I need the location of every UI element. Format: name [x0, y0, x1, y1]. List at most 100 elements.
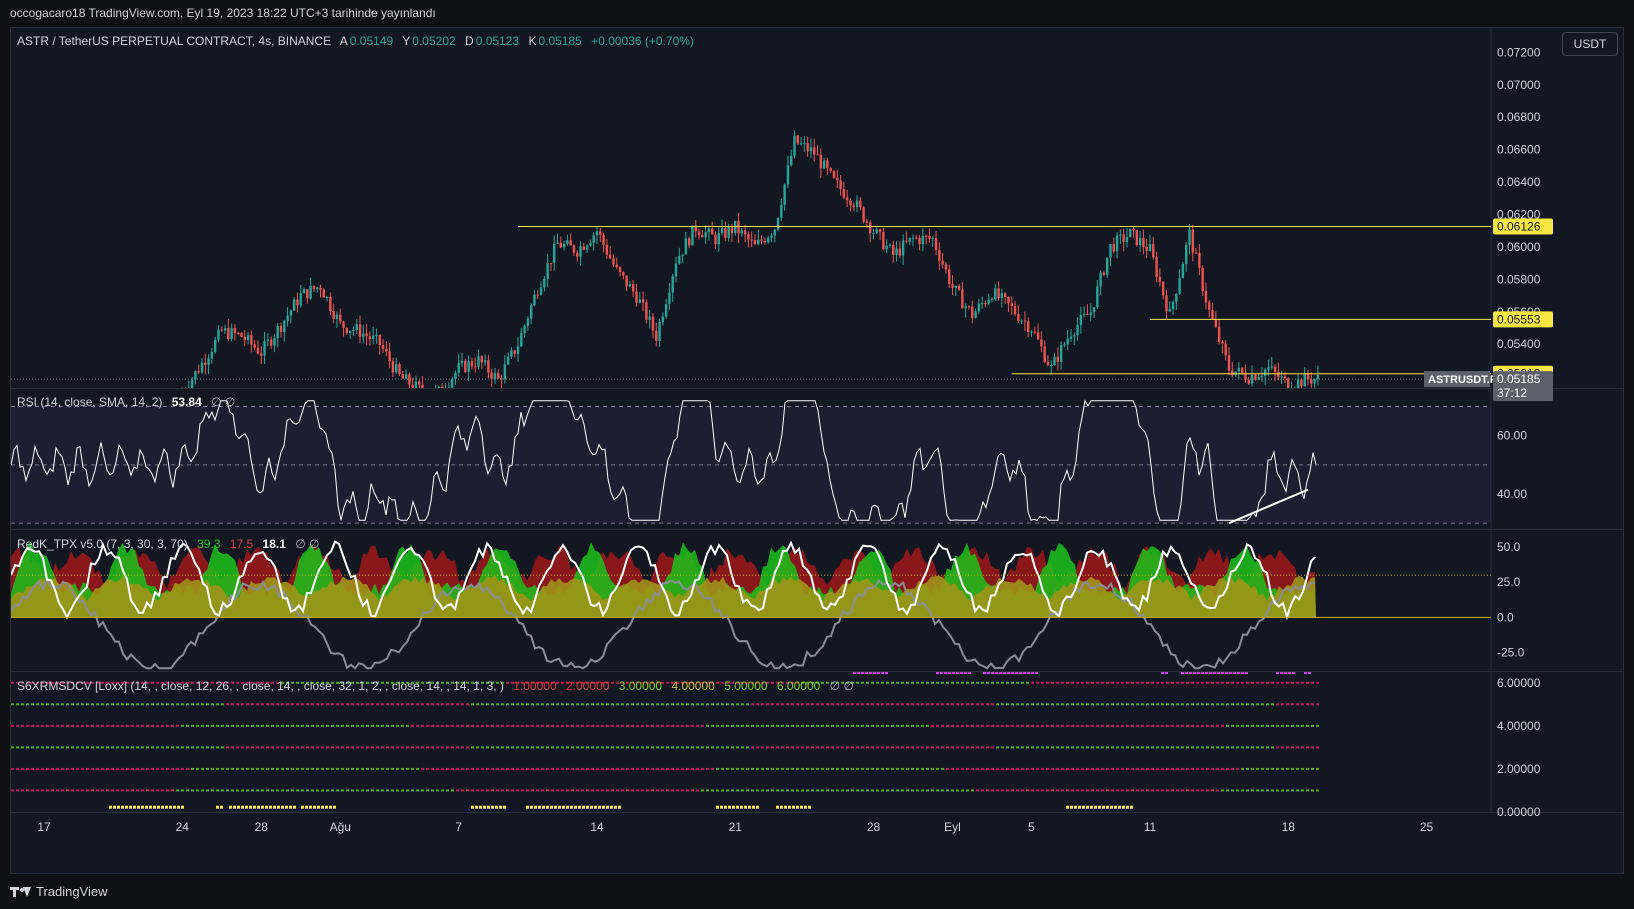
candle-85: [460, 360, 464, 363]
candle-301: [1171, 302, 1175, 310]
candle-105: [526, 318, 530, 326]
candle-103: [520, 333, 523, 347]
candle-260: [1036, 332, 1040, 340]
candle-175: [757, 239, 760, 245]
candle-208: [865, 221, 869, 223]
loxx-tick-label-0: 6.00000: [1497, 676, 1541, 690]
candle-200: [839, 180, 842, 189]
candle-326: [1254, 374, 1257, 380]
rsi-legend[interactable]: RSI (14, close, SMA, 14, 2) 53.84 ∅ ∅: [17, 395, 241, 409]
candle-137: [632, 284, 635, 292]
candle-104: [523, 325, 526, 334]
candle-61: [381, 345, 385, 349]
x-tick-label-12: 25: [1420, 820, 1434, 834]
candle-199: [836, 177, 839, 181]
candle-184: [786, 165, 790, 185]
tpx-legend-value-3: 18.1: [262, 537, 286, 551]
footer-brand: TradingView: [36, 884, 108, 899]
candle-19: [243, 336, 246, 341]
candle-40: [312, 285, 316, 290]
candle-283: [1112, 244, 1115, 252]
candle-45: [329, 297, 332, 312]
candle-44: [325, 297, 329, 299]
candle-17: [237, 332, 240, 334]
candle-240: [971, 306, 974, 319]
level-tag-label-1: 0.05553: [1497, 312, 1541, 326]
candle-212: [878, 229, 882, 232]
candle-205: [855, 200, 859, 208]
chart-canvas[interactable]: 0.072000.070000.068000.066000.064000.062…: [11, 28, 1623, 873]
price-tick-label-1: 0.07000: [1497, 78, 1541, 92]
candle-188: [799, 143, 803, 145]
candle-279: [1099, 272, 1102, 287]
candle-57: [368, 336, 372, 339]
candle-115: [559, 242, 562, 248]
candle-241: [974, 311, 977, 319]
candle-216: [892, 244, 895, 255]
candle-75: [428, 395, 430, 397]
candle-87: [467, 361, 470, 372]
candle-14: [227, 328, 230, 339]
candle-344: [1313, 379, 1316, 384]
price-tick-label-4: 0.06400: [1497, 175, 1541, 189]
candle-6: [200, 362, 204, 373]
candle-130: [608, 254, 612, 259]
candle-102: [516, 346, 520, 354]
candle-206: [859, 200, 862, 208]
candle-116: [562, 243, 566, 248]
candle-268: [1063, 344, 1066, 346]
loxx-top-markers: [853, 672, 1311, 675]
candle-59: [375, 334, 378, 336]
candle-215: [888, 244, 892, 246]
candle-204: [852, 205, 855, 208]
candle-336: [1287, 378, 1290, 388]
candle-177: [763, 240, 767, 243]
candle-77: [435, 389, 437, 394]
candle-281: [1106, 257, 1109, 275]
candle-121: [579, 246, 582, 257]
candle-233: [948, 269, 951, 285]
candle-7: [204, 362, 207, 365]
candle-52: [352, 329, 355, 331]
tpx-legend[interactable]: RedK_TPX v5.0 (7, 3, 30, 3, 70) 39.3 17.…: [17, 537, 325, 551]
candle-277: [1092, 307, 1096, 313]
candle-133: [618, 267, 622, 272]
candle-163: [717, 233, 720, 245]
candle-96: [497, 373, 500, 379]
loxx-legend[interactable]: S6XRMSDCV [Loxx] (14, , close, 12, 26, ,…: [17, 679, 860, 693]
candle-181: [776, 217, 780, 230]
candle-74: [425, 391, 427, 396]
candle-93: [487, 360, 490, 373]
tradingview-footer[interactable]: TradingView: [10, 884, 108, 899]
candle-258: [1030, 331, 1033, 333]
candle-128: [602, 234, 605, 245]
candle-22: [253, 344, 256, 348]
candle-67: [401, 374, 404, 379]
candle-288: [1129, 228, 1132, 238]
candle-31: [283, 320, 286, 332]
x-tick-label-2: 28: [255, 820, 269, 834]
candle-90: [477, 356, 480, 367]
candle-8: [207, 358, 210, 365]
candle-272: [1076, 325, 1079, 336]
candle-269: [1066, 338, 1069, 345]
loxx-legend-title: S6XRMSDCV [Loxx] (14, , close, 12, 26, ,…: [17, 679, 504, 693]
candle-131: [612, 258, 615, 265]
candle-202: [845, 197, 849, 201]
candle-91: [480, 356, 483, 363]
candle-13: [223, 328, 227, 331]
candle-30: [279, 325, 283, 332]
candle-234: [951, 284, 954, 288]
candle-302: [1175, 293, 1178, 303]
candle-68: [404, 374, 408, 379]
candle-84: [457, 362, 460, 373]
currency-button[interactable]: USDT: [1562, 32, 1618, 56]
chart-container[interactable]: 0.07200 0.07000 0.06800 0.06600 0.06400 0.062…: [10, 27, 1624, 874]
symbol-title[interactable]: ASTR / TetherUS PERPETUAL CONTRACT, 4s, …: [17, 34, 331, 48]
tpx-legend-title: RedK_TPX v5.0 (7, 3, 30, 3, 70): [17, 537, 188, 551]
candle-232: [944, 264, 948, 270]
candle-126: [595, 231, 599, 236]
candle-98: [503, 364, 507, 380]
candle-134: [622, 271, 625, 276]
candle-207: [862, 207, 865, 222]
